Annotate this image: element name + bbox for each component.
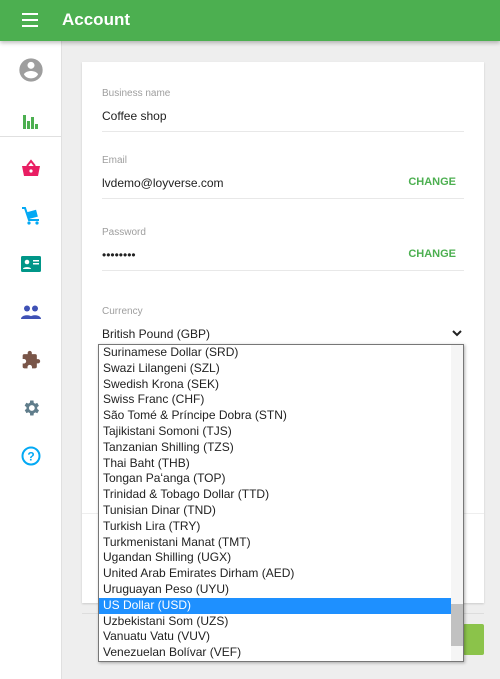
currency-option[interactable]: Thai Baht (THB) [99, 456, 451, 472]
currency-option[interactable]: Uruguayan Peso (UYU) [99, 582, 451, 598]
cart-icon[interactable] [19, 204, 43, 228]
currency-option[interactable]: Turkish Lira (TRY) [99, 519, 451, 535]
people-icon[interactable] [19, 300, 43, 324]
business-name-input[interactable]: Coffee shop [102, 109, 464, 132]
account-circle-icon[interactable] [17, 56, 45, 84]
hamburger-icon[interactable] [22, 13, 38, 27]
currency-option[interactable]: US Dollar (USD) [99, 597, 451, 614]
currency-dropdown-list[interactable]: Surinamese Dollar (SRD) Swazi Lilangeni (… [98, 344, 464, 662]
save-button[interactable] [463, 624, 484, 655]
currency-select[interactable]: British Pound (GBP) [102, 327, 210, 341]
email-field: Email lvdemo@loyverse.com CHANGE [102, 155, 464, 199]
business-name-field[interactable]: Business name Coffee shop [102, 88, 464, 132]
currency-option[interactable]: São Tomé & Príncipe Dobra (STN) [99, 408, 451, 424]
currency-option[interactable]: Tanzanian Shilling (TZS) [99, 440, 451, 456]
password-field: Password •••••••• CHANGE [102, 227, 464, 271]
currency-option[interactable]: Swiss Franc (CHF) [99, 392, 451, 408]
change-email-button[interactable]: CHANGE [408, 176, 456, 188]
currency-field[interactable]: Currency British Pound (GBP) [102, 306, 464, 349]
currency-option[interactable]: Swazi Lilangeni (SZL) [99, 361, 451, 377]
currency-option[interactable]: Ugandan Shilling (UGX) [99, 550, 451, 566]
currency-option[interactable]: Surinamese Dollar (SRD) [99, 345, 451, 361]
currency-option[interactable]: Swedish Krona (SEK) [99, 377, 451, 393]
currency-option[interactable]: Tongan Paʻanga (TOP) [99, 471, 451, 487]
scrollbar-thumb[interactable] [451, 604, 463, 646]
basket-icon[interactable] [19, 156, 43, 180]
change-password-button[interactable]: CHANGE [408, 248, 456, 260]
currency-option[interactable]: Turkmenistani Manat (TMT) [99, 535, 451, 551]
currency-option[interactable]: United Arab Emirates Dirham (AED) [99, 566, 451, 582]
currency-option[interactable]: Tajikistani Somoni (TJS) [99, 424, 451, 440]
sidebar: ? [0, 41, 62, 679]
chevron-down-icon[interactable] [452, 330, 462, 337]
help-icon[interactable]: ? [19, 444, 43, 468]
bar-chart-icon[interactable] [19, 109, 43, 133]
app-bar: Account [0, 0, 500, 41]
page-title: Account [62, 10, 130, 29]
gear-icon[interactable] [19, 396, 43, 420]
currency-option[interactable]: Uzbekistani Som (UZS) [99, 614, 451, 630]
scrollbar[interactable] [451, 345, 463, 661]
svg-text:?: ? [27, 450, 34, 464]
password-value: •••••••• [102, 248, 136, 262]
id-card-icon[interactable] [19, 252, 43, 276]
currency-option[interactable]: Tunisian Dinar (TND) [99, 503, 451, 519]
currency-option[interactable]: Venezuelan Bolívar (VEF) [99, 645, 451, 661]
email-value: lvdemo@loyverse.com [102, 176, 224, 190]
puzzle-icon[interactable] [19, 348, 43, 372]
currency-option[interactable]: Trinidad & Tobago Dollar (TTD) [99, 487, 451, 503]
currency-option[interactable]: Vanuatu Vatu (VUV) [99, 629, 451, 645]
